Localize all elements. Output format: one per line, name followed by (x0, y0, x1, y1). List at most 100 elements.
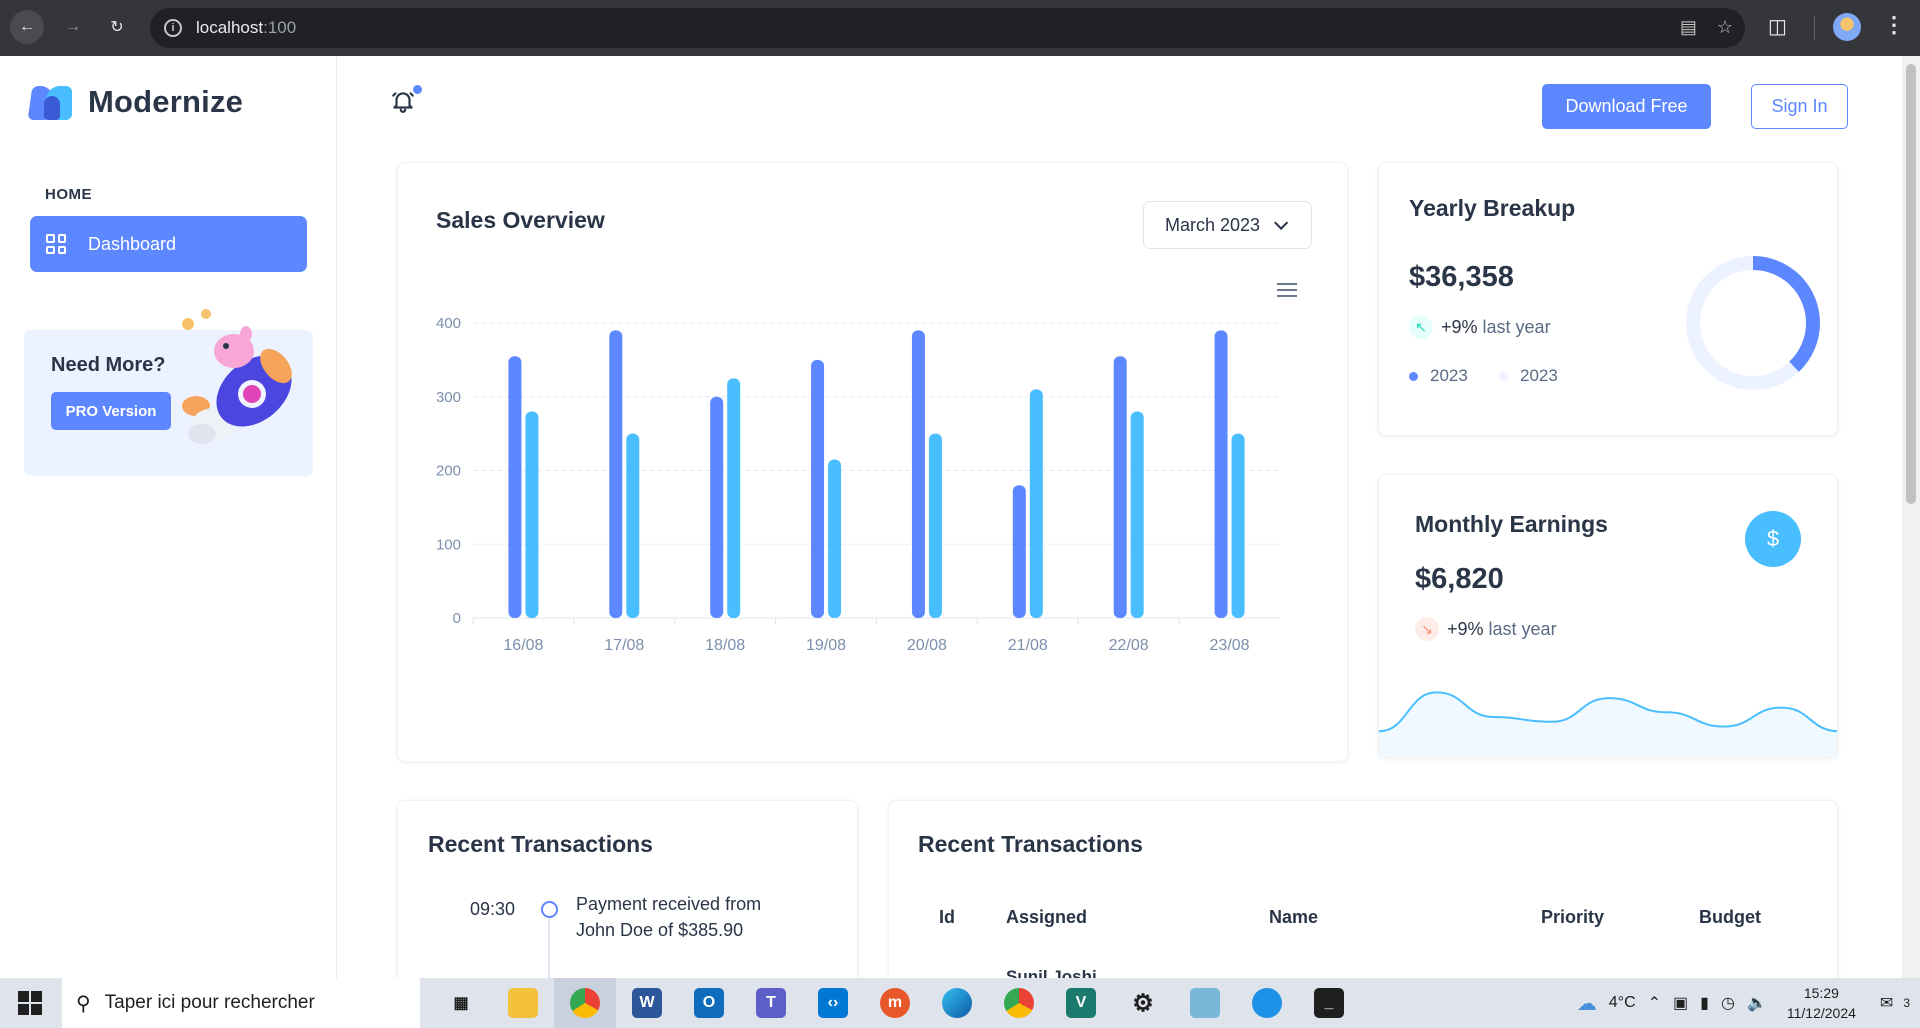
earnings-area-chart (1379, 691, 1837, 757)
nav-section-label: HOME (45, 186, 92, 203)
sales-bar-chart: 0 100 200 300 400 16/08 17/08 18/08 19/08 20/08 21… (436, 315, 1280, 654)
pro-version-button[interactable]: PRO Version (51, 392, 171, 430)
battery-icon[interactable]: ▮ (1700, 993, 1709, 1013)
search-icon: ⚲ (76, 992, 91, 1015)
column-header-id: Id (939, 907, 955, 927)
column-header-assigned: Assigned (1006, 907, 1088, 927)
task-view-icon[interactable]: ▦ (430, 978, 492, 1028)
legend-dot (1499, 371, 1508, 381)
bell-icon[interactable] (390, 88, 416, 114)
browser-toolbar: ← → ↻ i localhost:100 ▤ ☆ ◫ ⋮ (0, 0, 1920, 56)
yearly-amount: $36,358 (1409, 261, 1514, 293)
chart-bar (626, 433, 640, 618)
yearly-trend: ↖ +9% last year (1409, 315, 1551, 339)
y-tick-label: 300 (436, 389, 461, 406)
weather-temperature[interactable]: 4°C (1609, 994, 1636, 1012)
chart-bar (1214, 330, 1228, 618)
download-free-button[interactable]: Download Free (1542, 84, 1711, 129)
back-icon[interactable]: ← (10, 10, 44, 44)
x-tick-label: 20/08 (907, 637, 947, 654)
weather-cloud-icon[interactable]: ☁ (1577, 991, 1597, 1016)
notes-app-icon[interactable] (1174, 978, 1236, 1028)
trend-suffix: last year (1488, 618, 1557, 639)
vscode-icon[interactable]: ‹› (802, 978, 864, 1028)
sidebar: Modernize HOME Dashboard Need More? PRO … (0, 56, 337, 978)
scrollbar-thumb[interactable] (1906, 64, 1916, 504)
column-header-name: Name (1269, 907, 1319, 927)
app-m-icon[interactable]: m (864, 978, 926, 1028)
clock-date: 11/12/2024 (1786, 1005, 1856, 1021)
chart-bar (525, 411, 539, 618)
y-tick-label: 200 (436, 463, 461, 480)
earnings-area-fill (1379, 692, 1837, 757)
card-title: Recent Transactions (428, 831, 653, 857)
sales-overview-card: Sales Overview March 2023 0 100 200 300 400 1… (397, 162, 1348, 762)
windows-start-icon[interactable] (18, 991, 42, 1015)
system-tray: ☁ 4°C ⌃ ▣ ▮ ◷ 🔈 15:29 11/12/2024 ✉ 3 (1571, 978, 1920, 1028)
word-icon[interactable]: W (616, 978, 678, 1028)
reload-icon[interactable]: ↻ (100, 10, 134, 44)
profile-avatar[interactable] (1833, 13, 1861, 41)
taskbar-search[interactable]: ⚲ Taper ici pour rechercher (62, 978, 420, 1028)
chart-bar (710, 396, 724, 618)
trend-suffix: last year (1482, 316, 1551, 337)
site-info-icon[interactable]: i (164, 19, 182, 37)
clock-time: 15:29 (1803, 985, 1839, 1001)
legend-item: 2023 (1409, 366, 1468, 386)
period-select[interactable]: March 2023 (1143, 201, 1312, 249)
brand-logo[interactable]: Modernize (27, 84, 244, 120)
chart-bar (811, 359, 825, 618)
chart-bar (1012, 485, 1026, 618)
browser-menu-icon[interactable]: ⋮ (1883, 12, 1905, 38)
forward-icon[interactable]: → (56, 10, 90, 44)
windows-taskbar: ⚲ Taper ici pour rechercher ▦ W O T ‹› m… (0, 978, 1920, 1028)
page-scrollbar[interactable] (1902, 56, 1920, 978)
brand-name: Modernize (88, 84, 244, 119)
legend-dot (1409, 371, 1418, 381)
extensions-icon[interactable]: ◫ (1768, 14, 1787, 39)
chevron-up-icon[interactable]: ⌃ (1648, 993, 1661, 1013)
file-explorer-icon[interactable] (492, 978, 554, 1028)
chart-bar (1113, 356, 1127, 618)
monthly-earnings-card: Monthly Earnings $ $6,820 ↘ +9% last yea… (1378, 474, 1838, 758)
address-bar[interactable]: i localhost:100 ▤ ☆ (150, 8, 1745, 48)
terminal-icon[interactable]: _ (1298, 978, 1360, 1028)
column-header-priority: Priority (1541, 907, 1605, 927)
chrome-icon[interactable] (554, 978, 616, 1028)
period-select-value: March 2023 (1165, 214, 1261, 235)
timeline-text: Payment received from John Doe of $385.9… (576, 894, 762, 940)
card-title: Monthly Earnings (1415, 511, 1608, 537)
sidebar-item-dashboard[interactable]: Dashboard (30, 216, 307, 272)
sign-in-button[interactable]: Sign In (1751, 84, 1848, 129)
edge-icon[interactable] (926, 978, 988, 1028)
bookmark-star-icon[interactable]: ☆ (1717, 17, 1733, 38)
meet-icon[interactable]: ▣ (1673, 993, 1688, 1013)
wifi-icon[interactable]: ◷ (1721, 993, 1735, 1013)
notification-center-icon[interactable]: ✉ (1880, 993, 1893, 1013)
volume-icon[interactable]: 🔈 (1747, 993, 1767, 1013)
card-title: Yearly Breakup (1409, 195, 1576, 221)
chart-bar (1130, 411, 1144, 618)
url-host: localhost (196, 18, 264, 37)
x-tick-label: 18/08 (705, 637, 745, 654)
arrow-up-left-icon: ↖ (1409, 315, 1433, 339)
notification-count: 3 (1903, 996, 1910, 1010)
teams-icon[interactable]: T (740, 978, 802, 1028)
app-v-icon[interactable]: V (1050, 978, 1112, 1028)
yearly-donut-chart (1686, 256, 1820, 390)
chrome-profile-icon[interactable] (988, 978, 1050, 1028)
translate-icon[interactable]: ▤ (1680, 17, 1697, 38)
chart-bar (609, 330, 623, 618)
card-title: Recent Transactions (918, 831, 1143, 857)
chart-bar (508, 356, 522, 618)
docker-icon[interactable] (1236, 978, 1298, 1028)
legend-item: 2023 (1499, 366, 1558, 386)
x-tick-label: 22/08 (1109, 637, 1149, 654)
y-tick-label: 100 (436, 536, 461, 553)
dollar-icon: $ (1745, 511, 1801, 567)
taskbar-clock[interactable]: 15:29 11/12/2024 (1787, 983, 1856, 1023)
chart-bar (828, 459, 842, 618)
outlook-icon[interactable]: O (678, 978, 740, 1028)
settings-gear-icon[interactable]: ⚙ (1112, 978, 1174, 1028)
x-tick-label: 16/08 (503, 637, 543, 654)
